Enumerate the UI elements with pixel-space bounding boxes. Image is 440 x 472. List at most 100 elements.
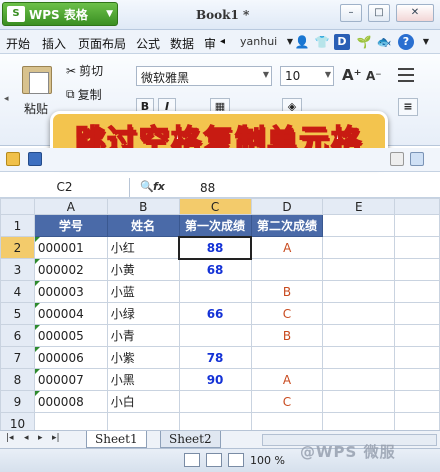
- table-cell-score1[interactable]: 68: [178, 258, 252, 281]
- table-cell-name[interactable]: 小红: [106, 236, 180, 259]
- column-header-d[interactable]: D: [250, 198, 324, 215]
- toolbar-icon[interactable]: [390, 152, 404, 166]
- empty-cell[interactable]: [322, 324, 396, 347]
- table-cell-score2[interactable]: C: [250, 302, 324, 325]
- person-icon[interactable]: 👤: [294, 34, 310, 50]
- column-header-b[interactable]: B: [106, 198, 180, 215]
- empty-cell[interactable]: [394, 280, 440, 303]
- menu-formulas[interactable]: 公式: [136, 35, 160, 52]
- shirt-icon[interactable]: 👕: [314, 34, 330, 50]
- row-header[interactable]: 4: [0, 280, 35, 303]
- row-header[interactable]: 2: [0, 236, 35, 259]
- empty-cell[interactable]: [394, 214, 440, 237]
- tab-sheet1[interactable]: Sheet1: [86, 431, 147, 448]
- page-break-view-icon[interactable]: [228, 453, 244, 467]
- save-icon[interactable]: [28, 152, 42, 166]
- table-cell-id[interactable]: 000008: [33, 390, 108, 413]
- empty-cell[interactable]: [322, 302, 396, 325]
- paste-icon[interactable]: [22, 66, 52, 94]
- active-cell[interactable]: 88: [178, 235, 253, 260]
- close-button[interactable]: ✕: [396, 4, 434, 22]
- empty-cell[interactable]: [394, 258, 440, 281]
- table-cell-score2[interactable]: C: [250, 390, 324, 413]
- zoom-level[interactable]: 100 %: [250, 454, 285, 467]
- help-icon[interactable]: ?: [398, 34, 414, 50]
- header-cell-name[interactable]: 姓名: [106, 214, 180, 237]
- font-size-select[interactable]: 10 ▼: [280, 66, 334, 86]
- table-cell-score1[interactable]: 90: [178, 368, 252, 391]
- header-cell-score1[interactable]: 第一次成绩: [178, 214, 252, 237]
- minimize-button[interactable]: –: [340, 4, 362, 22]
- normal-view-icon[interactable]: [184, 453, 200, 467]
- maximize-button[interactable]: □: [368, 4, 390, 22]
- column-header-blank[interactable]: [394, 198, 440, 215]
- open-folder-icon[interactable]: [6, 152, 20, 166]
- table-cell-score1[interactable]: 66: [178, 302, 252, 325]
- table-cell-id[interactable]: 000002: [33, 258, 108, 281]
- empty-cell[interactable]: [322, 346, 396, 369]
- empty-cell[interactable]: [322, 214, 396, 237]
- ribbon-scroll-left-icon[interactable]: ◂: [4, 94, 9, 104]
- grow-font-button[interactable]: A⁺: [342, 66, 362, 84]
- prev-sheet-icon[interactable]: ◂: [24, 433, 29, 443]
- table-cell-id[interactable]: 000001: [33, 236, 108, 259]
- column-header-e[interactable]: E: [322, 198, 396, 215]
- table-cell-score1[interactable]: [178, 280, 252, 303]
- empty-cell[interactable]: [394, 236, 440, 259]
- tab-sheet2[interactable]: Sheet2: [160, 431, 221, 448]
- cut-button[interactable]: ✂ 剪切: [66, 62, 103, 79]
- shrink-font-button[interactable]: A⁻: [366, 69, 382, 83]
- table-cell-score1[interactable]: [178, 324, 252, 347]
- table-cell-id[interactable]: 000007: [33, 368, 108, 391]
- empty-cell[interactable]: [322, 280, 396, 303]
- column-header-c[interactable]: C: [178, 198, 252, 215]
- empty-cell[interactable]: [322, 368, 396, 391]
- empty-cell[interactable]: [394, 346, 440, 369]
- empty-cell[interactable]: [322, 236, 396, 259]
- table-cell-score2[interactable]: B: [250, 280, 324, 303]
- page-layout-view-icon[interactable]: [206, 453, 222, 467]
- empty-cell[interactable]: [394, 324, 440, 347]
- table-cell-id[interactable]: 000004: [33, 302, 108, 325]
- empty-cell[interactable]: [394, 302, 440, 325]
- select-all-corner[interactable]: [0, 198, 35, 215]
- empty-cell[interactable]: [394, 368, 440, 391]
- table-cell-name[interactable]: 小绿: [106, 302, 180, 325]
- chevron-down-icon[interactable]: ▼: [418, 34, 434, 50]
- table-cell-name[interactable]: 小白: [106, 390, 180, 413]
- font-name-select[interactable]: 微软雅黑 ▼: [136, 66, 272, 86]
- table-cell-name[interactable]: 小黑: [106, 368, 180, 391]
- table-cell-name[interactable]: 小紫: [106, 346, 180, 369]
- table-cell-score2[interactable]: [250, 258, 324, 281]
- search-icon[interactable]: 🔍: [140, 180, 154, 193]
- table-cell-score2[interactable]: A: [250, 368, 324, 391]
- table-cell-name[interactable]: 小蓝: [106, 280, 180, 303]
- row-header[interactable]: 9: [0, 390, 35, 413]
- header-cell-score2[interactable]: 第二次成绩: [250, 214, 324, 237]
- table-cell-score2[interactable]: A: [250, 236, 324, 259]
- header-cell-id[interactable]: 学号: [33, 214, 108, 237]
- table-cell-score2[interactable]: B: [250, 324, 324, 347]
- table-cell-id[interactable]: 000003: [33, 280, 108, 303]
- table-cell-name[interactable]: 小青: [106, 324, 180, 347]
- formula-input[interactable]: 88: [200, 181, 215, 195]
- name-box[interactable]: C2: [0, 178, 130, 197]
- next-sheet-icon[interactable]: ▸: [38, 433, 43, 443]
- d-icon[interactable]: D: [334, 34, 350, 50]
- empty-cell[interactable]: [322, 390, 396, 413]
- table-cell-score1[interactable]: [178, 390, 252, 413]
- align-icon[interactable]: [398, 68, 414, 82]
- table-cell-score1[interactable]: 78: [178, 346, 252, 369]
- empty-cell[interactable]: [394, 390, 440, 413]
- column-header-a[interactable]: A: [33, 198, 108, 215]
- menu-page-layout[interactable]: 页面布局: [78, 35, 126, 52]
- toolbar-icon[interactable]: [410, 152, 424, 166]
- menu-data[interactable]: 数据: [170, 35, 194, 52]
- first-sheet-icon[interactable]: |◂: [6, 433, 14, 443]
- empty-cell[interactable]: [322, 258, 396, 281]
- paste-button-label[interactable]: 粘贴: [24, 100, 48, 117]
- plant-icon[interactable]: 🌱: [356, 34, 372, 50]
- menu-insert[interactable]: 插入: [42, 35, 66, 52]
- menu-home[interactable]: 开始: [6, 35, 30, 52]
- fish-icon[interactable]: 🐟: [376, 34, 392, 50]
